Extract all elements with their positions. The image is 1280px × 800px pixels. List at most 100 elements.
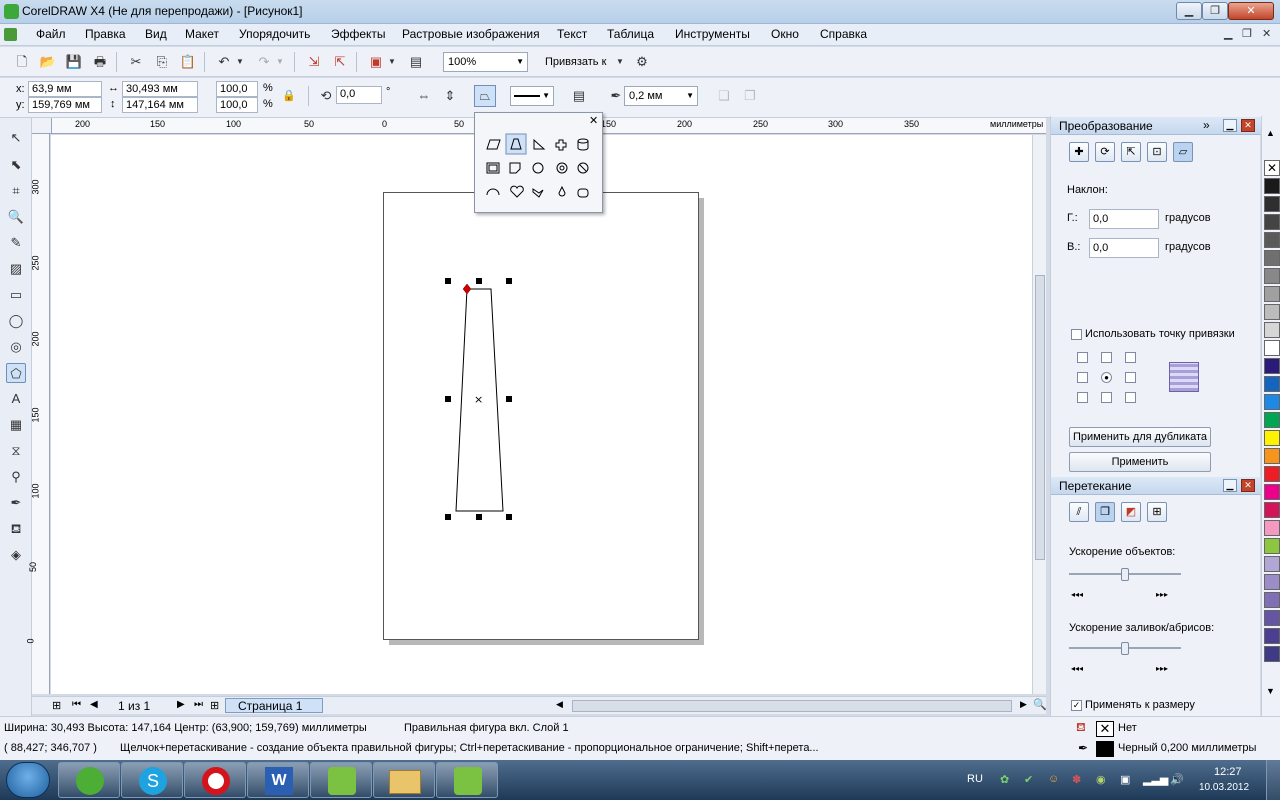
scale-y-field[interactable]: 100,0 [216,97,258,113]
to-back-icon[interactable]: ❐ [740,86,760,106]
new-icon[interactable]: 🗋 [12,52,32,72]
opera-taskbar-button[interactable] [184,762,246,798]
vertical-scrollbar[interactable] [1032,135,1046,694]
blend-acceleration-icon[interactable]: ❐ [1095,502,1115,522]
lock-ratio-icon[interactable]: 🔒 [279,86,299,106]
color-swatch[interactable] [1264,628,1280,644]
palette-scroll-down-icon[interactable]: ▼ [1266,686,1275,696]
menu-window[interactable]: Окно [771,27,799,41]
width-field[interactable]: 30,493 мм [122,81,198,97]
application-launcher-icon[interactable]: ▣ [366,52,386,72]
color-swatch[interactable] [1264,592,1280,608]
icq-tray-icon[interactable]: ✿ [1000,773,1009,786]
clock-date[interactable]: 10.03.2012 [1199,782,1249,793]
to-front-icon[interactable]: ❏ [714,86,734,106]
device-tray-icon[interactable]: ▣ [1120,773,1130,786]
fill-acceleration-slider[interactable] [1069,642,1181,656]
basic-shapes-tool-icon[interactable]: ⬠ [6,363,26,383]
scale-mirror-icon[interactable]: ⇱ [1121,142,1141,162]
menu-effects[interactable]: Эффекты [331,27,386,41]
y-position-field[interactable]: 159,769 мм [28,97,102,113]
color-swatch[interactable] [1264,340,1280,356]
outline-tool-icon[interactable]: ✒ [6,493,26,513]
skew-transform-icon[interactable]: ⏥ [1173,142,1193,162]
menu-help[interactable]: Справка [820,27,867,41]
line-style-combo[interactable]: ▼ [510,86,554,106]
add-page-after-icon[interactable]: ⊞ [210,699,219,712]
maximize-button[interactable]: ❐ [1202,2,1228,20]
position-transform-icon[interactable]: ✚ [1069,142,1089,162]
menu-bitmaps[interactable]: Растровые изображения [402,27,540,41]
prev-page-icon[interactable]: ◀ [90,699,98,710]
blend-color-icon[interactable]: ◩ [1121,502,1141,522]
menu-table[interactable]: Таблица [607,27,654,41]
color-swatch[interactable] [1264,646,1280,662]
minimize-icon[interactable]: ▁ [1223,479,1237,492]
color-swatch[interactable] [1264,196,1280,212]
crop-tool-icon[interactable]: ⌗ [6,181,26,201]
shape-glyph-grid[interactable] [475,113,604,214]
vertical-skew-field[interactable]: 0,0 [1089,238,1159,258]
outline-width-combo[interactable]: 0,2 мм ▼ [624,86,698,106]
scroll-thumb[interactable] [1035,275,1045,560]
blend-steps-icon[interactable]: ⫽ [1069,502,1089,522]
fill-tool-icon[interactable]: ⛾ [6,519,26,539]
launcher-dropdown-icon[interactable]: ▼ [386,52,398,72]
vertical-ruler[interactable]: 300 250 200 150 100 50 0 [26,134,50,694]
save-icon[interactable]: 💾 [64,52,84,72]
palette-scroll-up-icon[interactable]: ▲ [1266,128,1275,138]
import-icon[interactable]: ⇲ [304,52,324,72]
color-swatch[interactable] [1264,574,1280,590]
export-icon[interactable]: ⇱ [330,52,350,72]
color-swatch[interactable] [1264,358,1280,374]
snap-to-label[interactable]: Привязать к [545,56,606,68]
ellipse-tool-icon[interactable]: ◯ [6,311,26,331]
mirror-vertical-icon[interactable]: ⇕ [440,86,460,106]
text-tool-icon[interactable]: A [6,389,26,409]
zoom-tool-icon[interactable]: 🔍 [6,207,26,227]
color-swatch[interactable] [1264,466,1280,482]
apply-button[interactable]: Применить [1069,452,1211,472]
color-swatch[interactable] [1264,394,1280,410]
color-swatch[interactable] [1264,448,1280,464]
wrap-text-icon[interactable]: ▤ [569,86,589,106]
object-acceleration-slider[interactable] [1069,568,1181,582]
perfect-shapes-picker-button[interactable]: ⏢ [474,85,496,107]
color-swatch[interactable] [1264,322,1280,338]
doc-restore-button[interactable]: ❐ [1242,27,1252,40]
interactive-fill-tool-icon[interactable]: ◈ [6,545,26,565]
color-swatch[interactable] [1264,538,1280,554]
menu-tools[interactable]: Инструменты [675,27,750,41]
first-page-icon[interactable]: ⏮ [72,699,81,710]
menu-edit[interactable]: Правка [85,27,126,41]
menu-arrange[interactable]: Упорядочить [239,27,310,41]
color-swatch[interactable] [1264,556,1280,572]
scale-x-field[interactable]: 100,0 [216,81,258,97]
cut-icon[interactable]: ✂ [126,52,146,72]
color-swatch[interactable] [1264,520,1280,536]
size-transform-icon[interactable]: ⊡ [1147,142,1167,162]
color-swatch[interactable] [1264,214,1280,230]
smile-tray-icon[interactable]: ☺ [1048,773,1059,785]
close-icon[interactable]: ✕ [1241,479,1255,492]
welcome-screen-icon[interactable]: ▤ [406,52,426,72]
minimize-button[interactable]: ▁ [1176,2,1202,20]
no-color-swatch[interactable]: ✕ [1264,160,1280,176]
color-swatch[interactable] [1264,376,1280,392]
explorer-taskbar-button[interactable] [373,762,435,798]
coreldraw-2-taskbar-button[interactable] [436,762,498,798]
scroll-right-icon[interactable]: ▶ [1020,699,1027,710]
network-icon[interactable]: ▂▃▅ [1143,773,1168,786]
zoom-navigator-icon[interactable]: 🔍 [1033,698,1047,711]
clock-time[interactable]: 12:27 [1214,766,1242,778]
minimize-icon[interactable]: ▁ [1223,119,1237,132]
document-icon[interactable] [4,28,17,41]
angle-field[interactable]: 0,0 [336,86,382,104]
drawing-canvas[interactable]: × [51,135,1032,694]
undo-icon[interactable]: ↶ [214,52,234,72]
color-swatch[interactable] [1264,484,1280,500]
freehand-tool-icon[interactable]: ✎ [6,233,26,253]
spiral-tool-icon[interactable]: ◎ [6,337,26,357]
doc-close-button[interactable]: ✕ [1262,27,1271,40]
snap-dropdown-icon[interactable]: ▼ [614,52,626,72]
